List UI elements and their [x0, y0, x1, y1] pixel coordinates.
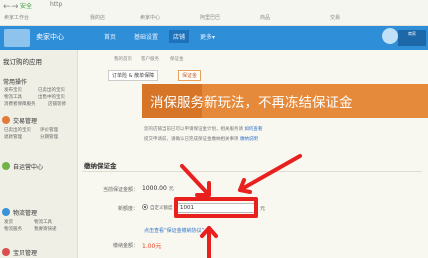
address-bar[interactable]: http — [50, 1, 62, 8]
notice-line: 您的店铺当前已可以申请保证金计划，相关服务请 如何查看 — [144, 127, 263, 132]
tab-deposit[interactable]: 保证金 — [178, 70, 202, 81]
sidebar-link[interactable]: 已卖出的宝贝 — [4, 127, 31, 133]
bookmark-item[interactable]: 商品 — [260, 14, 270, 21]
pay-amount-label: 缴纳金额： — [112, 243, 138, 249]
current-deposit-label: 当前保证金额： — [102, 187, 138, 193]
sidebar-link[interactable]: 物流工具 — [4, 94, 22, 100]
forward-icon[interactable]: → — [11, 2, 19, 12]
goods-icon — [2, 248, 10, 256]
amount-input[interactable] — [177, 203, 257, 213]
breadcrumb-item: 保证金 — [170, 57, 184, 62]
sidebar-link[interactable]: 店铺装修 — [48, 101, 66, 107]
logo[interactable] — [4, 29, 30, 47]
breadcrumb-item[interactable]: 客户服务 — [141, 56, 159, 62]
tab-order-insurance[interactable]: 订单险 & 散单保障 — [108, 70, 159, 81]
sidebar-link[interactable]: 分期管理 — [40, 134, 58, 140]
bookmark-item[interactable]: 我的店 — [90, 14, 105, 21]
nav-shop[interactable]: 店铺 — [169, 30, 190, 43]
browser-toolbar: ← → 安全 http 卖家工作台 我的店 卖家中心 阿里巴巴 商品 交易 — [0, 0, 428, 26]
new-amount-label: 新额度： — [117, 206, 138, 212]
sidebar-link[interactable]: 出售中的宝贝 — [38, 94, 65, 100]
nav-home[interactable]: 首页 — [104, 32, 116, 41]
secure-badge: 安全 — [20, 3, 33, 10]
banner-title: 消保服务新玩法，不再冻结保证金 — [150, 95, 353, 111]
bookmark-item[interactable]: 阿里巴巴 — [200, 14, 220, 21]
sidebar-link[interactable]: 物流服务 — [4, 226, 22, 232]
sidebar-link[interactable]: 消费者保障服务 — [4, 101, 36, 107]
back-icon[interactable]: ← — [3, 2, 11, 12]
sidebar-title: 我订购的应用 — [3, 58, 42, 66]
sidebar-link[interactable]: 评价管理 — [40, 127, 58, 133]
amount-unit: 元 — [260, 206, 266, 212]
sidebar-link[interactable]: 退款管理 — [4, 134, 22, 140]
sidebar-link[interactable]: 发布宝贝 — [4, 87, 22, 93]
avatar[interactable] — [382, 28, 398, 44]
main-content: 我的首页 客户服务 保证金 订单险 & 散单保障 保证金 消保服务新玩法，不再冻… — [78, 50, 428, 258]
notice-link[interactable]: 缴纳说明 — [240, 137, 258, 142]
sidebar-link[interactable]: 我要寄快递 — [34, 226, 57, 232]
seller-corner[interactable]: 商家 — [398, 30, 426, 46]
breadcrumb-item[interactable]: 我的首页 — [114, 56, 132, 62]
nav-settings[interactable]: 基础设置 — [134, 32, 158, 41]
notice-line: 提交申请前，请确认已完成保证金缴纳相关事项 缴纳说明 — [144, 137, 258, 142]
current-deposit-value: 1000.00 元 — [142, 185, 174, 192]
logistics-icon — [2, 208, 10, 216]
divider — [82, 171, 422, 172]
sidebar-link[interactable]: 已卖出的宝贝 — [38, 87, 65, 93]
custom-amount-label[interactable]: 自定义额度 — [150, 205, 173, 211]
section-title: 缴纳保证金 — [84, 162, 117, 170]
sidebar-link[interactable]: 发货 — [4, 219, 13, 225]
sidebar-link[interactable]: 物流工具 — [34, 219, 52, 225]
notice-link[interactable]: 如何查看 — [244, 127, 262, 132]
ops-icon — [2, 162, 10, 170]
sidebar-section-common[interactable]: 常用操作 — [3, 77, 27, 86]
bookmark-item[interactable]: 卖家中心 — [140, 14, 160, 21]
nav-more[interactable]: 更多▾ — [200, 32, 215, 41]
pay-amount-value: 1.00元 — [142, 243, 162, 250]
sidebar-section-trade[interactable]: 交易管理 — [13, 116, 37, 125]
chevron-down-icon: ▾ — [212, 34, 216, 41]
sidebar-section-goods[interactable]: 宝贝管理 — [13, 248, 37, 257]
trade-icon — [2, 116, 10, 124]
bookmark-item[interactable]: 卖家工作台 — [4, 14, 29, 21]
agreement-link[interactable]: 点击查看“保证金缴纳协议” — [144, 227, 204, 234]
custom-amount-radio[interactable] — [142, 204, 148, 210]
sidebar-section-ops[interactable]: 自运营中心 — [13, 162, 43, 171]
sidebar: 我订购的应用 常用操作 发布宝贝 已卖出的宝贝 物流工具 出售中的宝贝 消费者保… — [0, 50, 78, 258]
bookmark-item[interactable]: 交易 — [330, 14, 340, 21]
brand-title[interactable]: 卖家中心 — [36, 32, 64, 42]
top-header: 卖家中心 首页 基础设置 店铺 更多▾ 商家 — [0, 26, 428, 50]
sidebar-section-logistics[interactable]: 物流管理 — [13, 208, 37, 217]
